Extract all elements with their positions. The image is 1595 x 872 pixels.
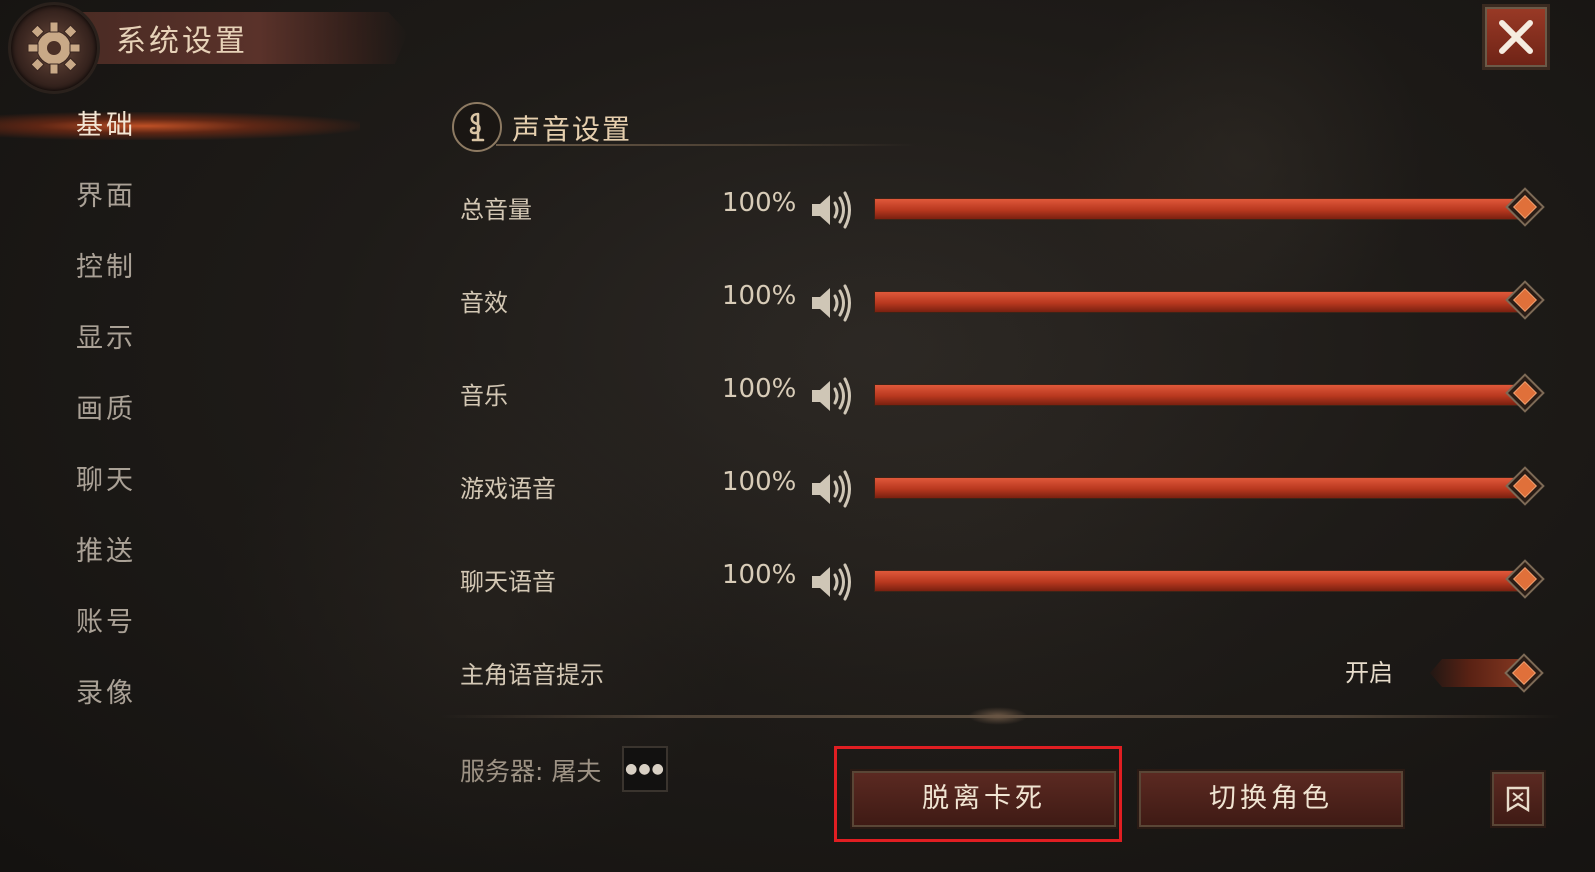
row-label: 主角语音提示 [460,661,604,689]
row-label: 音乐 [460,382,508,410]
sidebar: 基础 界面 控制 显示 画质 聊天 推送 账号 录像 [0,90,400,729]
slider-fill [875,199,1525,219]
speaker-icon[interactable] [808,562,854,602]
highlight-box [834,746,1122,842]
sidebar-item-graphics[interactable]: 画质 [0,374,400,445]
speaker-icon[interactable] [808,376,854,416]
slider-fill [875,478,1525,498]
page-title: 系统设置 [116,24,248,59]
switch-role-button[interactable]: 切换角色 [1137,769,1405,829]
section-title: 声音设置 [512,113,633,146]
volume-row-music: 音乐 100% [460,366,1560,426]
volume-row-master: 总音量 100% [460,180,1560,240]
more-icon[interactable]: ●●● [622,746,668,792]
speaker-icon[interactable] [808,190,854,230]
volume-row-game-voice: 游戏语音 100% [460,459,1560,519]
sidebar-item-basic[interactable]: 基础 [0,90,400,161]
slider-knob[interactable] [1505,187,1545,227]
flag-icon [1506,786,1530,813]
volume-slider[interactable] [874,373,1545,413]
toggle-state-text: 开启 [1345,659,1393,687]
slider-fill [875,385,1525,405]
slider-knob[interactable] [1505,280,1545,320]
sidebar-item-replay[interactable]: 录像 [0,658,400,729]
row-value: 100% [722,467,797,497]
slider-fill [875,292,1525,312]
row-label: 音效 [460,289,508,317]
gear-icon [8,2,100,94]
server-label: 服务器: 屠夫 [460,757,602,786]
sidebar-item-push[interactable]: 推送 [0,516,400,587]
volume-slider[interactable] [874,187,1545,227]
flag-button[interactable] [1490,770,1546,828]
window-header: 系统设置 [8,2,428,94]
sidebar-item-interface[interactable]: 界面 [0,161,400,232]
row-value: 100% [722,374,797,404]
slider-knob[interactable] [1505,559,1545,599]
volume-slider[interactable] [874,280,1545,320]
toggle-knob[interactable] [1504,653,1544,693]
row-label: 游戏语音 [460,475,556,503]
volume-row-chat-voice: 聊天语音 100% [460,552,1560,612]
divider-ornament [968,707,1028,725]
slider-knob[interactable] [1505,466,1545,506]
music-icon [452,102,502,152]
volume-slider[interactable] [874,559,1545,599]
sound-section-header: 声音设置 [452,98,916,154]
row-value: 100% [722,281,797,311]
slider-fill [875,571,1525,591]
speaker-icon[interactable] [808,283,854,323]
volume-row-effects: 音效 100% [460,273,1560,333]
slider-knob[interactable] [1505,373,1545,413]
volume-slider[interactable] [874,466,1545,506]
close-button[interactable] [1482,4,1550,70]
close-icon [1499,20,1533,54]
row-label: 总音量 [460,196,532,224]
speaker-icon[interactable] [808,469,854,509]
row-label: 聊天语音 [460,568,556,596]
sidebar-item-account[interactable]: 账号 [0,587,400,658]
sidebar-item-display[interactable]: 显示 [0,303,400,374]
row-value: 100% [722,560,797,590]
sidebar-item-control[interactable]: 控制 [0,232,400,303]
sidebar-item-chat[interactable]: 聊天 [0,445,400,516]
hero-voice-hint-row: 主角语音提示 开启 [460,645,1560,705]
row-value: 100% [722,188,797,218]
